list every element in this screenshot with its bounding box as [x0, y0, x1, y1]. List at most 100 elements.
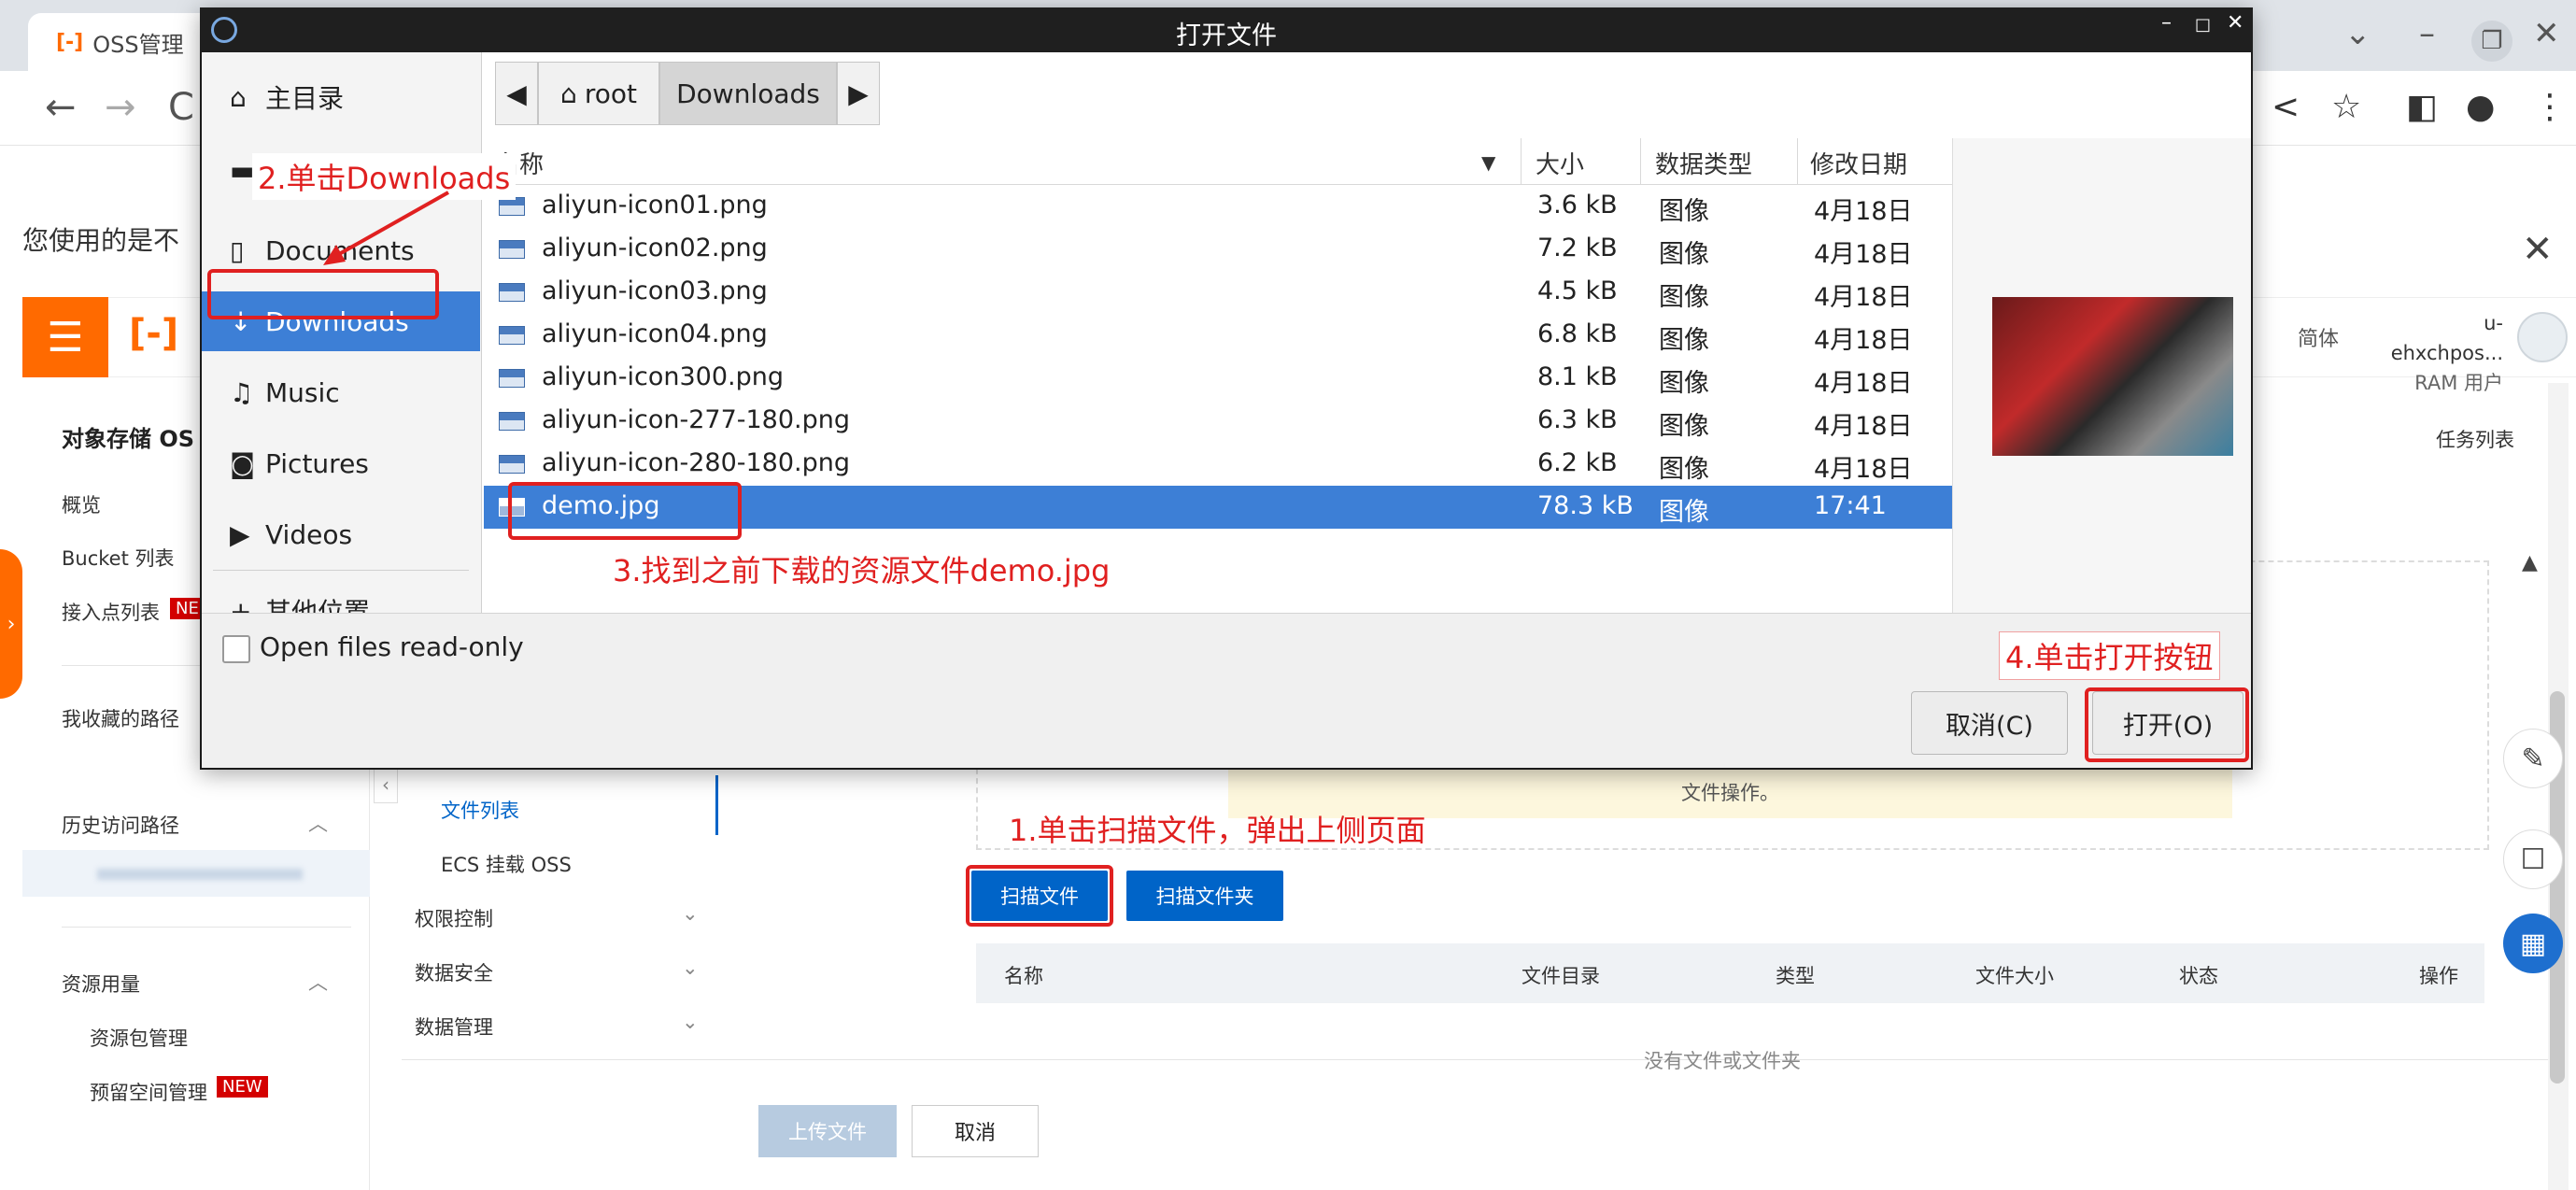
language-switch[interactable]: 简体: [2298, 322, 2339, 352]
dialog-cancel-button[interactable]: 取消(C): [1911, 691, 2068, 755]
music-icon: ♫: [230, 376, 254, 408]
subnav-data-management[interactable]: 数据管理: [415, 1013, 493, 1041]
nav-item-favorites[interactable]: 我收藏的路径: [62, 704, 179, 732]
user-info[interactable]: u-ehxchpos... RAM 用户: [2372, 308, 2503, 398]
history-item-blurred[interactable]: [22, 850, 370, 897]
col-header-size[interactable]: 大小: [1536, 146, 1584, 180]
minimize-icon[interactable]: –: [2419, 15, 2435, 52]
place-pictures[interactable]: ◙ Pictures: [202, 433, 480, 493]
col-dir: 文件目录: [1522, 965, 1600, 987]
profile-icon[interactable]: ●: [2466, 88, 2495, 126]
file-name: aliyun-icon02.png: [542, 234, 768, 262]
camera-icon: ◙: [230, 447, 256, 479]
aliyun-console-logo[interactable]: [-]: [129, 312, 178, 355]
nav-divider: [62, 927, 351, 928]
subnav-collapse-icon[interactable]: ‹: [374, 766, 398, 803]
close-window-icon[interactable]: ✕: [2533, 15, 2560, 52]
place-home[interactable]: ⌂ 主目录: [202, 67, 480, 127]
chevron-down-icon[interactable]: ⌄: [682, 902, 699, 925]
subnav-ecs-mount[interactable]: ECS 挂载 OSS: [441, 850, 572, 878]
nav-item-reserved-space[interactable]: 预留空间管理: [90, 1078, 207, 1106]
file-row[interactable]: aliyun-icon-280-180.png 6.2 kB 图像 4月18日: [484, 443, 1952, 486]
annotation-box-demo: [508, 482, 742, 540]
readonly-label[interactable]: Open files read-only: [260, 631, 524, 662]
file-row[interactable]: aliyun-icon02.png 7.2 kB 图像 4月18日: [484, 228, 1952, 271]
nav-item-resource-pkg[interactable]: 资源包管理: [90, 1024, 188, 1052]
file-name: aliyun-icon01.png: [542, 191, 768, 220]
chevron-down-icon[interactable]: ⌄: [682, 1011, 699, 1033]
chat-icon[interactable]: ☐: [2503, 829, 2563, 889]
nav-item-bucket-list[interactable]: Bucket 列表: [62, 544, 175, 572]
edit-pen-icon[interactable]: ✎: [2503, 729, 2563, 788]
content-divider: [402, 1059, 2550, 1060]
chevron-up-icon[interactable]: ︿: [308, 809, 328, 837]
file-size: 3.6 kB: [1537, 191, 1618, 220]
apps-grid-icon[interactable]: ▦: [2503, 914, 2563, 973]
dialog-minimize-icon[interactable]: –: [2161, 11, 2172, 35]
chevron-down-icon[interactable]: ⌄: [2344, 15, 2371, 52]
col-header-type[interactable]: 数据类型: [1655, 146, 1752, 180]
image-file-icon: [499, 326, 525, 345]
sidepanel-icon[interactable]: ◧: [2406, 88, 2438, 126]
subnav-file-list[interactable]: 文件列表: [441, 796, 519, 824]
annotation-box-scan: [966, 865, 1113, 927]
file-row[interactable]: aliyun-icon03.png 4.5 kB 图像 4月18日: [484, 271, 1952, 314]
chevron-down-icon[interactable]: ⌄: [682, 956, 699, 979]
dialog-close-icon[interactable]: ✕: [2227, 11, 2243, 35]
dialog-maximize-icon[interactable]: □: [2195, 15, 2211, 35]
place-label: 主目录: [265, 83, 345, 114]
reload-icon[interactable]: C: [168, 86, 194, 129]
menu-dots-icon[interactable]: ⋮: [2533, 88, 2567, 126]
file-row[interactable]: aliyun-icon-277-180.png 6.3 kB 图像 4月18日: [484, 400, 1952, 443]
place-music[interactable]: ♫ Music: [202, 362, 480, 422]
nav-item-history[interactable]: 历史访问路径: [62, 811, 179, 839]
infobar-close-icon[interactable]: ✕: [2522, 228, 2554, 271]
annotation-box-open: [2085, 687, 2249, 762]
avatar[interactable]: [2517, 312, 2568, 362]
file-modified: 4月18日: [1814, 412, 1913, 441]
hamburger-menu-icon[interactable]: ☰: [22, 297, 108, 377]
scroll-up-icon[interactable]: ▲: [2522, 551, 2538, 574]
path-forward-icon[interactable]: ▶: [837, 62, 880, 125]
chevron-up-icon[interactable]: ︿: [308, 968, 328, 996]
nav-collapse-icon[interactable]: ›: [0, 549, 22, 699]
annotation-step3: 3.找到之前下载的资源文件demo.jpg: [613, 553, 1111, 588]
col-separator: [1640, 138, 1641, 185]
browser-tab-title: OSS管理: [92, 31, 184, 58]
path-root-button[interactable]: ⌂ root: [538, 62, 659, 125]
col-size: 文件大小: [1975, 965, 2054, 987]
file-size: 7.2 kB: [1537, 234, 1618, 262]
restore-icon[interactable]: ❐: [2471, 21, 2512, 62]
upload-file-button[interactable]: 上传文件: [758, 1105, 897, 1157]
file-type: 图像: [1659, 326, 1709, 355]
new-badge: NEW: [217, 1076, 268, 1098]
file-name: aliyun-icon300.png: [542, 362, 784, 391]
file-type: 图像: [1659, 498, 1709, 527]
nav-item-access-points[interactable]: 接入点列表: [62, 598, 160, 626]
task-list-link[interactable]: 任务列表: [2436, 425, 2514, 453]
sort-down-icon[interactable]: ▼: [1481, 151, 1495, 174]
back-icon[interactable]: ←: [45, 86, 77, 129]
path-downloads-button[interactable]: Downloads: [659, 62, 837, 125]
annotation-step1: 1.单击扫描文件，弹出上侧页面: [1009, 813, 1426, 848]
forward-icon[interactable]: →: [105, 86, 136, 129]
nav-item-overview[interactable]: 概览: [62, 490, 101, 518]
place-videos[interactable]: ▶ Videos: [202, 504, 480, 564]
path-back-icon[interactable]: ◀: [495, 62, 538, 125]
file-row[interactable]: aliyun-icon01.png 3.6 kB 图像 4月18日: [484, 185, 1952, 228]
subnav-data-security[interactable]: 数据安全: [415, 958, 493, 986]
file-modified: 17:41: [1814, 491, 1887, 520]
file-row[interactable]: aliyun-icon04.png 6.8 kB 图像 4月18日: [484, 314, 1952, 357]
file-modified: 4月18日: [1814, 240, 1913, 269]
scan-folder-button[interactable]: 扫描文件夹: [1126, 871, 1283, 921]
readonly-checkbox[interactable]: [222, 635, 250, 663]
bookmark-star-icon[interactable]: ☆: [2331, 88, 2361, 126]
cancel-upload-button[interactable]: 取消: [912, 1105, 1039, 1157]
annotation-arrow-icon: [323, 191, 449, 265]
nav-item-resource-usage[interactable]: 资源用量: [62, 970, 140, 998]
subnav-permission[interactable]: 权限控制: [415, 904, 493, 932]
col-header-modified[interactable]: 修改日期: [1810, 146, 1907, 180]
share-icon[interactable]: <: [2272, 88, 2300, 126]
dialog-titlebar[interactable]: 打开文件: [200, 7, 2253, 52]
file-row[interactable]: aliyun-icon300.png 8.1 kB 图像 4月18日: [484, 357, 1952, 400]
